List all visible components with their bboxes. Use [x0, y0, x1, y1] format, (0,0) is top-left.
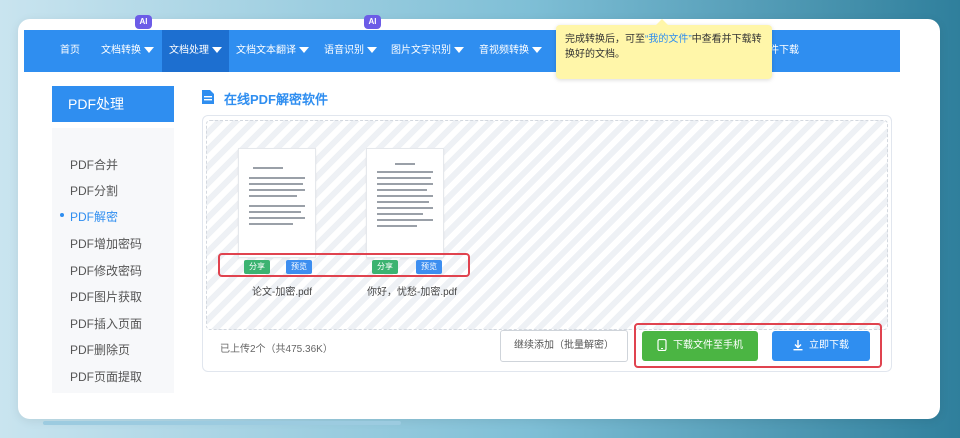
- continue-add-button[interactable]: 继续添加（批量解密）: [500, 330, 628, 362]
- nav-item-av-convert[interactable]: 音视频转换: [479, 30, 542, 72]
- chevron-down-icon: [212, 47, 222, 54]
- upload-status: 已上传2个（共475.36K）: [220, 344, 333, 355]
- page-title: 在线PDF解密软件: [224, 92, 329, 107]
- file-thumbnail[interactable]: [238, 148, 316, 258]
- chevron-down-icon: [532, 47, 542, 54]
- sidebar-item-pdf-delete-page[interactable]: PDF删除页: [70, 341, 130, 358]
- highlight-box: [218, 253, 470, 277]
- ai-badge: AI: [135, 15, 152, 29]
- nav-item-speech[interactable]: AI 语音识别: [324, 15, 381, 72]
- active-dot: [60, 213, 64, 217]
- nav-item-translate[interactable]: 文档文本翻译: [236, 30, 309, 72]
- highlight-box: [634, 323, 882, 368]
- nav-item-ocr[interactable]: 图片文字识别: [391, 30, 464, 72]
- progress-strip: [43, 421, 401, 425]
- nav-item-download[interactable]: 件下载: [769, 30, 799, 72]
- sidebar-item-pdf-split[interactable]: PDF分割: [70, 182, 118, 199]
- nav-item-doc-process[interactable]: 文档处理: [162, 30, 229, 72]
- sidebar-item-pdf-insert-page[interactable]: PDF插入页面: [70, 315, 142, 332]
- sidebar-title: PDF处理: [52, 86, 174, 122]
- document-icon: [202, 90, 214, 104]
- sidebar-item-pdf-extract-page[interactable]: PDF页面提取: [70, 368, 142, 385]
- my-files-link[interactable]: “我的文件”: [645, 34, 692, 45]
- conversion-tooltip: 完成转换后，可至“我的文件”中查看并下载转换好的文档。: [556, 19, 772, 79]
- ai-badge: AI: [364, 15, 381, 29]
- chevron-down-icon: [299, 47, 309, 54]
- file-name: 你好，忧愁-加密.pdf: [367, 287, 458, 298]
- sidebar-item-pdf-change-password[interactable]: PDF修改密码: [70, 262, 142, 279]
- nav-item-home[interactable]: 首页: [60, 30, 80, 72]
- file-name: 论文-加密.pdf: [252, 287, 313, 298]
- chevron-down-icon: [454, 47, 464, 54]
- sidebar-item-pdf-image-extract[interactable]: PDF图片获取: [70, 288, 142, 305]
- nav-item-doc-convert[interactable]: AI 文档转换: [101, 15, 154, 72]
- file-thumbnail[interactable]: [366, 148, 444, 258]
- chevron-down-icon: [144, 47, 154, 54]
- sidebar-item-pdf-decrypt[interactable]: PDF解密: [70, 208, 118, 225]
- sidebar: PDF合并 PDF分割 PDF解密 PDF增加密码 PDF修改密码 PDF图片获…: [52, 128, 174, 393]
- sidebar-item-pdf-merge[interactable]: PDF合并: [70, 156, 118, 173]
- sidebar-item-pdf-add-password[interactable]: PDF增加密码: [70, 235, 142, 252]
- chevron-down-icon: [367, 47, 377, 54]
